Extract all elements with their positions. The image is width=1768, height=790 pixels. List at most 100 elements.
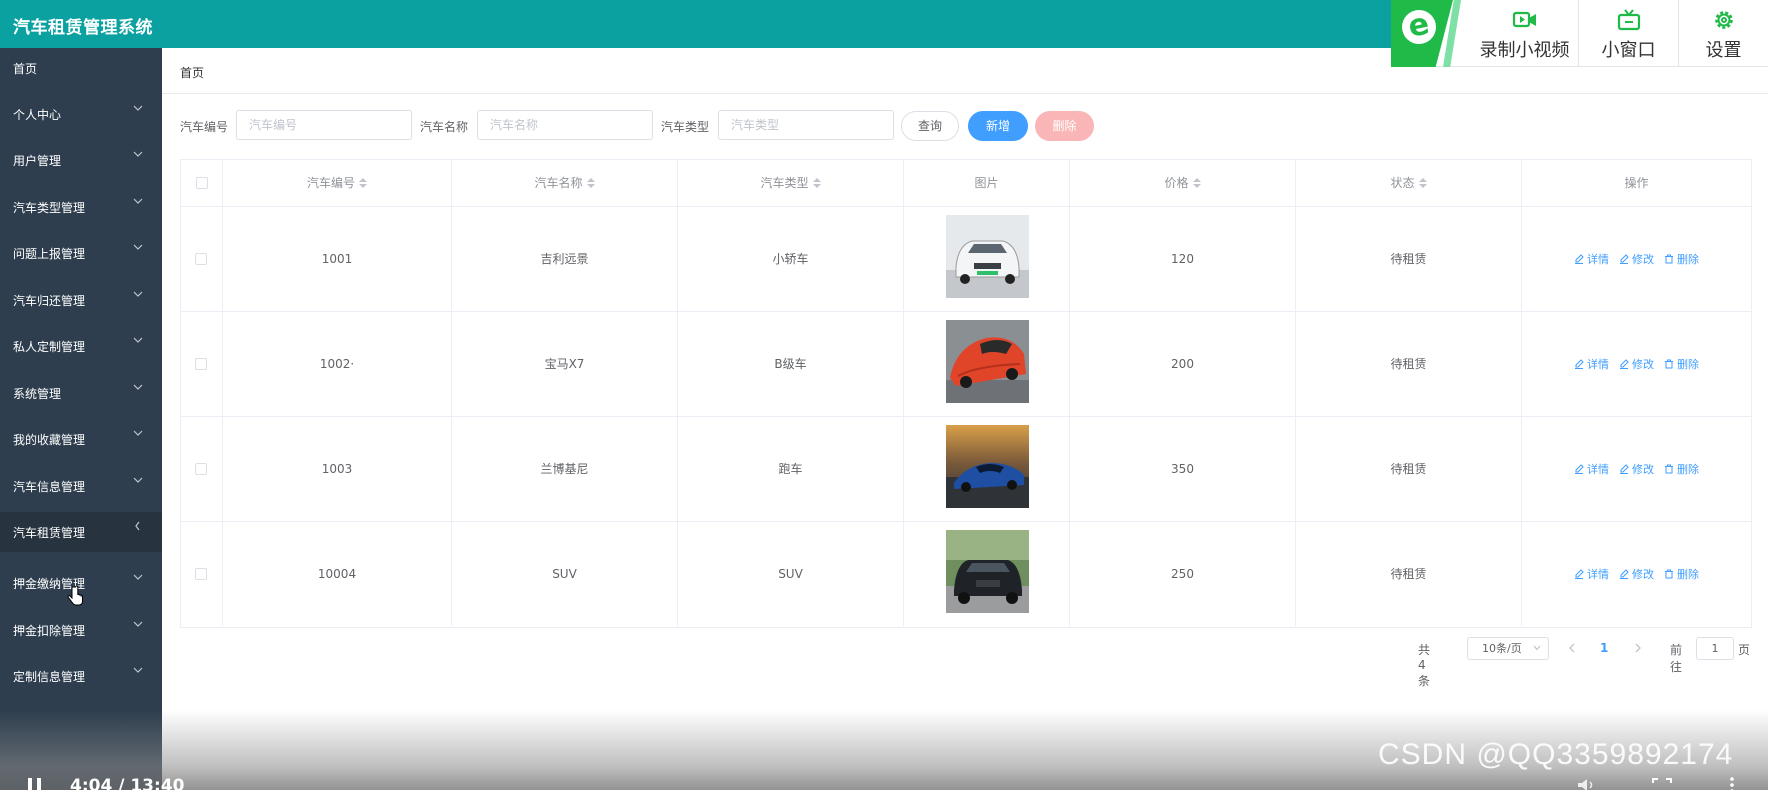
edit-link[interactable]: 修改: [1619, 251, 1654, 267]
cell-car-name: SUV: [452, 522, 678, 626]
sidebar-item-user-management[interactable]: 用户管理: [0, 140, 162, 180]
edit-link[interactable]: 修改: [1619, 566, 1654, 582]
sidebar-item-system-management[interactable]: 系统管理: [0, 373, 162, 413]
sidebar-item-car-rental-management[interactable]: 汽车租赁管理: [0, 512, 162, 552]
cell-price: 200: [1070, 312, 1296, 416]
pagination-total: 共 4 条: [1418, 643, 1431, 688]
sort-icon: [812, 177, 821, 188]
cell-car-type: SUV: [678, 522, 904, 626]
car-no-input[interactable]: [236, 110, 412, 140]
sidebar-menu: 首页 个人中心 用户管理 汽车类型管理 问题上报管理 汽车归还管理 私人定制管理…: [0, 48, 162, 790]
edit-link[interactable]: 修改: [1619, 356, 1654, 372]
detail-link[interactable]: 详情: [1574, 356, 1609, 372]
sidebar-item-custom-info-management[interactable]: 定制信息管理: [0, 656, 162, 696]
cell-price: 120: [1070, 207, 1296, 311]
sidebar-item-label: 汽车租赁管理: [13, 526, 86, 540]
cell-car-name: 吉利远景: [452, 207, 678, 311]
sidebar-item-home[interactable]: 首页: [0, 48, 162, 88]
detail-link[interactable]: 详情: [1574, 251, 1609, 267]
edit-icon: [1575, 359, 1584, 369]
cell-actions: 详情 修改 删除: [1522, 417, 1751, 521]
fullscreen-icon[interactable]: [1652, 778, 1672, 790]
edit-icon: [1575, 464, 1584, 474]
sidebar-item-favorites-management[interactable]: 我的收藏管理: [0, 419, 162, 459]
car-thumbnail[interactable]: [946, 320, 1029, 403]
table-header: 汽车编号 汽车名称 汽车类型 图片 价格 状态 操作: [181, 160, 1751, 207]
row-checkbox[interactable]: [195, 253, 207, 265]
sidebar-item-label: 个人中心: [13, 108, 62, 122]
sidebar-item-label: 我的收藏管理: [13, 433, 86, 447]
sidebar-item-car-type-management[interactable]: 汽车类型管理: [0, 187, 162, 227]
column-header-car-type[interactable]: 汽车类型: [678, 160, 904, 206]
sidebar-item-car-info-management[interactable]: 汽车信息管理: [0, 466, 162, 506]
edit-icon: [1620, 464, 1629, 474]
cell-status: 待租赁: [1296, 207, 1522, 311]
select-all-checkbox[interactable]: [196, 177, 208, 189]
cell-image: [904, 522, 1070, 626]
page-number-1[interactable]: 1: [1600, 641, 1608, 655]
detail-link[interactable]: 详情: [1574, 566, 1609, 582]
sidebar-item-label: 定制信息管理: [13, 670, 86, 684]
add-button[interactable]: 新增: [968, 111, 1028, 141]
breadcrumb-home[interactable]: 首页: [180, 64, 204, 81]
next-page-button[interactable]: [1633, 642, 1643, 654]
sidebar-item-car-return-management[interactable]: 汽车归还管理: [0, 280, 162, 320]
car-name-input[interactable]: [477, 110, 653, 140]
sidebar-item-personal-center[interactable]: 个人中心: [0, 94, 162, 134]
car-type-input[interactable]: [718, 110, 894, 140]
cell-status: 待租赁: [1296, 417, 1522, 521]
page-size-select[interactable]: 10条/页: [1467, 637, 1549, 660]
column-header-car-no[interactable]: 汽车编号: [223, 160, 452, 206]
sidebar-item-label: 汽车归还管理: [13, 294, 86, 308]
volume-icon[interactable]: [1576, 778, 1600, 790]
cell-price: 250: [1070, 522, 1296, 626]
table-row: 1003 兰博基尼 跑车 350 待租赁 详情 修改 删除: [181, 417, 1751, 522]
prev-page-button[interactable]: [1567, 642, 1577, 654]
video-time: 4:04 / 13:40: [70, 776, 185, 790]
column-header-car-name[interactable]: 汽车名称: [452, 160, 678, 206]
column-header-status[interactable]: 状态: [1296, 160, 1522, 206]
delete-link[interactable]: 删除: [1664, 461, 1699, 477]
app-title: 汽车租赁管理系统: [13, 18, 153, 38]
column-header-image: 图片: [904, 160, 1070, 206]
cell-actions: 详情 修改 删除: [1522, 522, 1751, 626]
column-header-price[interactable]: 价格: [1070, 160, 1296, 206]
sidebar-item-issue-report-management[interactable]: 问题上报管理: [0, 233, 162, 273]
detail-link[interactable]: 详情: [1574, 461, 1609, 477]
edit-icon: [1575, 569, 1584, 579]
car-thumbnail[interactable]: [946, 530, 1029, 613]
car-name-label: 汽车名称: [420, 120, 469, 134]
query-button[interactable]: 查询: [901, 111, 959, 141]
edit-link[interactable]: 修改: [1619, 461, 1654, 477]
pause-icon[interactable]: [26, 778, 44, 790]
sidebar-item-label: 首页: [13, 62, 38, 76]
more-options-icon[interactable]: [1728, 776, 1736, 790]
sort-icon: [1192, 177, 1201, 188]
cell-car-no: 1001: [223, 207, 452, 311]
trash-icon: [1665, 464, 1673, 474]
car-thumbnail[interactable]: [946, 215, 1029, 298]
edit-icon: [1575, 254, 1584, 264]
cell-car-no: 1002·: [223, 312, 452, 416]
goto-page-input[interactable]: 1: [1696, 637, 1734, 660]
cell-actions: 详情 修改 删除: [1522, 312, 1751, 416]
batch-delete-button[interactable]: 删除: [1035, 111, 1094, 141]
delete-link[interactable]: 删除: [1664, 356, 1699, 372]
cell-image: [904, 207, 1070, 311]
cell-car-name: 宝马X7: [452, 312, 678, 416]
cell-car-name: 兰博基尼: [452, 417, 678, 521]
delete-link[interactable]: 删除: [1664, 251, 1699, 267]
sidebar-item-private-custom-management[interactable]: 私人定制管理: [0, 326, 162, 366]
sort-icon: [1418, 177, 1427, 188]
sidebar-item-label: 用户管理: [13, 154, 62, 168]
cell-car-type: 跑车: [678, 417, 904, 521]
car-rental-table: 汽车编号 汽车名称 汽车类型 图片 价格 状态 操作 1001 吉利远景 小轿车: [180, 159, 1752, 628]
car-thumbnail[interactable]: [946, 425, 1029, 508]
tv-icon: [1617, 9, 1640, 31]
row-checkbox[interactable]: [195, 358, 207, 370]
delete-link[interactable]: 删除: [1664, 566, 1699, 582]
sidebar-item-deposit-deduction-management[interactable]: 押金扣除管理: [0, 610, 162, 650]
row-checkbox[interactable]: [195, 568, 207, 580]
chevron-left-icon: [135, 521, 140, 531]
row-checkbox[interactable]: [195, 463, 207, 475]
